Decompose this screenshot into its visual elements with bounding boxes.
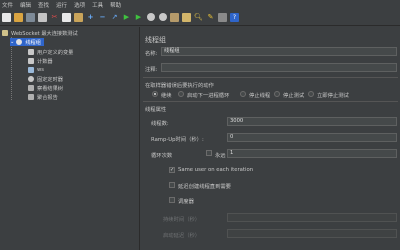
same-user-checkbox[interactable]: ✓ bbox=[169, 167, 175, 173]
tree-node-view-results-tree[interactable]: 察看结果树 bbox=[28, 84, 63, 92]
properties-heading: 线程属性 bbox=[145, 107, 167, 113]
clear-all-icon[interactable] bbox=[182, 12, 191, 22]
clear-icon[interactable] bbox=[170, 12, 179, 22]
duration-label: 持续时间（秒） bbox=[163, 217, 201, 223]
menu-tools[interactable]: 工具 bbox=[92, 1, 103, 9]
expand-icon[interactable]: + bbox=[86, 13, 95, 22]
start-icon[interactable]: ▶ bbox=[122, 13, 131, 22]
tree-node-label: 固定定时器 bbox=[37, 76, 63, 83]
divider bbox=[143, 101, 398, 102]
same-user-label: Same user on each iteration bbox=[178, 167, 254, 173]
name-field[interactable]: 线程组 bbox=[161, 47, 397, 56]
tree-node-aggregate-report[interactable]: 聚合报告 bbox=[28, 93, 58, 101]
counter-icon bbox=[28, 58, 34, 64]
menu-search[interactable]: 查找 bbox=[38, 1, 49, 9]
continue-label: 继续 bbox=[161, 93, 172, 99]
open-icon[interactable] bbox=[26, 12, 35, 22]
function-helper-icon[interactable] bbox=[218, 12, 227, 22]
rampup-label: Ramp-Up时间（秒）: bbox=[151, 137, 204, 143]
duration-field bbox=[227, 213, 397, 222]
tree-node-label: ws bbox=[37, 67, 44, 73]
copy-icon[interactable] bbox=[62, 12, 71, 22]
menu-edit[interactable]: 编辑 bbox=[20, 1, 31, 9]
menu-help[interactable]: 帮助 bbox=[110, 1, 121, 9]
stop-thread-radio[interactable] bbox=[240, 91, 246, 97]
search-icon[interactable]: 🔍︎ bbox=[194, 13, 203, 22]
stop-test-now-radio[interactable] bbox=[308, 91, 314, 97]
menu-file[interactable]: 文件 bbox=[2, 1, 13, 9]
tree-node-label: 察看结果树 bbox=[37, 85, 63, 92]
toolbar: ✂ + − ↗ ▶ ▶ 🔍︎ ✎ ? bbox=[0, 9, 400, 26]
tree-guide-line bbox=[11, 37, 12, 100]
tree-node-label: 用户定义的变量 bbox=[37, 49, 74, 56]
collapse-icon[interactable]: − bbox=[98, 13, 107, 22]
tree-node-label: 线程组 bbox=[25, 39, 41, 46]
forever-label: 永远 bbox=[215, 153, 226, 159]
tree-node-test-plan[interactable]: WebSocket 最大连接数测试 bbox=[2, 29, 78, 37]
test-plan-tree: WebSocket 最大连接数测试 ⌄ 线程组 用户定义的变量 计数器 ws 固… bbox=[0, 27, 140, 250]
forever-checkbox[interactable] bbox=[206, 150, 212, 156]
timer-icon bbox=[28, 76, 34, 82]
variables-icon bbox=[28, 49, 34, 55]
name-label: 名称: bbox=[145, 51, 158, 57]
start-no-pause-icon[interactable]: ▶ bbox=[134, 13, 143, 22]
reset-search-icon[interactable]: ✎ bbox=[206, 13, 215, 22]
divider bbox=[143, 77, 398, 78]
start-next-loop-label: 启动下一进程循环 bbox=[187, 93, 230, 99]
rampup-field[interactable]: 0 bbox=[227, 133, 397, 142]
action-heading: 在取样器错误后要执行的动作 bbox=[145, 83, 214, 89]
tree-node-label: WebSocket 最大连接数测试 bbox=[11, 30, 78, 37]
shutdown-icon[interactable] bbox=[158, 13, 167, 22]
cut-icon[interactable]: ✂ bbox=[50, 13, 59, 22]
stop-test-radio[interactable] bbox=[274, 91, 280, 97]
menu-options[interactable]: 选项 bbox=[74, 1, 85, 9]
loop-count-field[interactable]: 1 bbox=[227, 149, 397, 158]
listener-icon bbox=[28, 94, 34, 100]
save-icon[interactable] bbox=[38, 12, 47, 22]
thread-group-panel: 线程组 名称: 线程组 注释: 在取样器错误后要执行的动作 继续 启动下一进程循… bbox=[141, 27, 400, 250]
menu-bar: 文件 编辑 查找 运行 选项 工具 帮助 bbox=[0, 0, 400, 9]
stop-test-now-label: 立即停止测试 bbox=[317, 93, 349, 99]
tree-node-ws[interactable]: ws bbox=[28, 66, 44, 74]
delay-thread-creation-checkbox[interactable] bbox=[169, 182, 175, 188]
start-next-loop-radio[interactable] bbox=[178, 91, 184, 97]
scheduler-checkbox[interactable] bbox=[169, 197, 175, 203]
comment-field[interactable] bbox=[161, 63, 397, 72]
tree-node-label: 聚合报告 bbox=[37, 94, 58, 101]
startup-delay-label: 启动延迟（秒） bbox=[163, 233, 201, 239]
threads-label: 线程数: bbox=[151, 121, 169, 127]
templates-icon[interactable] bbox=[14, 12, 23, 22]
sampler-icon bbox=[28, 67, 34, 73]
tree-node-label: 计数器 bbox=[37, 58, 53, 65]
delay-thread-creation-label: 延迟创建线程直到需要 bbox=[178, 184, 231, 190]
tree-node-thread-group[interactable]: ⌄ 线程组 bbox=[10, 38, 44, 46]
comment-label: 注释: bbox=[145, 67, 158, 73]
chevron-down-icon[interactable]: ⌄ bbox=[10, 39, 14, 45]
startup-delay-field bbox=[227, 229, 397, 238]
help-icon[interactable]: ? bbox=[230, 12, 239, 22]
stop-icon[interactable] bbox=[146, 13, 155, 22]
stop-thread-label: 停止线程 bbox=[249, 93, 271, 99]
new-file-icon[interactable] bbox=[2, 12, 11, 22]
threads-field[interactable]: 3000 bbox=[227, 117, 397, 126]
menu-run[interactable]: 运行 bbox=[56, 1, 67, 9]
gear-icon bbox=[16, 39, 23, 45]
tree-node-counter[interactable]: 计数器 bbox=[28, 57, 53, 65]
listener-icon bbox=[28, 85, 34, 91]
continue-radio[interactable] bbox=[152, 91, 158, 97]
test-plan-icon bbox=[2, 30, 8, 36]
scheduler-label: 调度器 bbox=[178, 199, 194, 205]
paste-icon[interactable] bbox=[74, 12, 83, 22]
stop-test-label: 停止测试 bbox=[283, 93, 305, 99]
loop-count-label: 循环次数 bbox=[151, 153, 173, 159]
panel-title: 线程组 bbox=[145, 36, 166, 44]
tree-node-constant-timer[interactable]: 固定定时器 bbox=[28, 75, 63, 83]
tree-node-user-variables[interactable]: 用户定义的变量 bbox=[28, 48, 73, 56]
toggle-icon[interactable]: ↗ bbox=[110, 13, 119, 22]
